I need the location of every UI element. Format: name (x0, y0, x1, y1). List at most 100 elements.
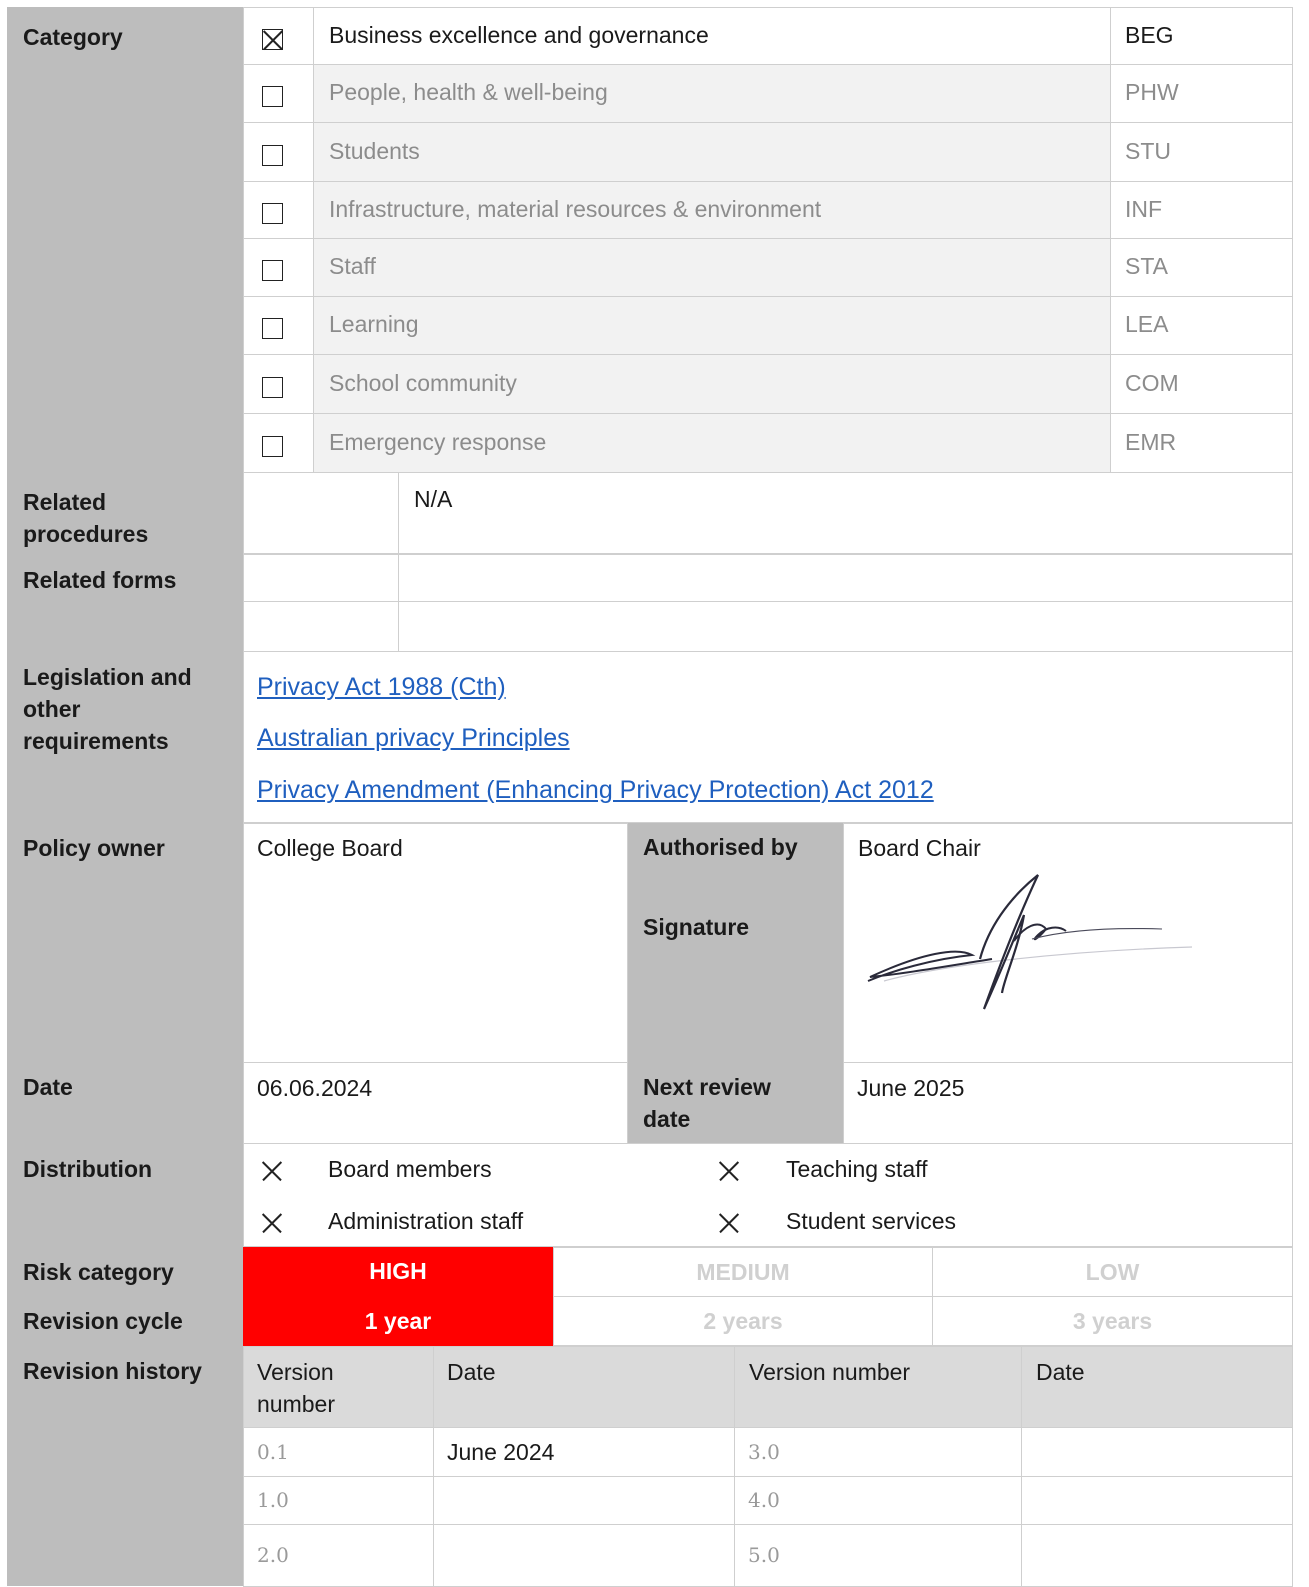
label-revision-history: Revision history (7, 1346, 243, 1586)
category-code-cell-beg: BEG (1110, 7, 1293, 65)
history-date-value: June 2024 (447, 1439, 555, 1465)
history-header-date-1-text: Date (447, 1359, 496, 1385)
category-checkbox-cell-stu (243, 122, 314, 182)
category-name-cell-com: School community (313, 354, 1111, 414)
category-code-phw: PHW (1125, 79, 1179, 105)
category-checkbox-cell-beg (243, 7, 314, 65)
history-cell-r2-c0: 2.0 (243, 1524, 434, 1587)
next-review-value: June 2025 (857, 1075, 965, 1101)
authorised-label-cell: Authorised by Signature (628, 823, 843, 1063)
distribution-cell: Board members Teaching staff Administrat… (243, 1143, 1293, 1247)
related-procedures-value: N/A (414, 486, 453, 512)
policy-owner-cell: College Board (243, 823, 628, 1063)
history-version-value: 5.0 (748, 1543, 780, 1567)
history-cell-r1-c0: 1.0 (243, 1476, 434, 1525)
label-related-procedures: Related procedures (7, 472, 243, 554)
category-code-sta: STA (1125, 253, 1169, 279)
label-related-forms: Related forms (7, 554, 243, 652)
history-header-version-2-text: Version number (749, 1359, 911, 1385)
category-code-cell-com: COM (1110, 354, 1293, 414)
category-name-cell-beg: Business excellence and governance (313, 7, 1111, 65)
related-forms-cell-2b (398, 601, 1293, 652)
category-name-sta: Staff (329, 253, 376, 279)
category-checkbox-phw[interactable] (262, 86, 283, 107)
history-cell-r2-c3 (1021, 1524, 1293, 1587)
related-forms-cell-1b (398, 554, 1293, 602)
history-cell-r1-c2: 4.0 (734, 1476, 1022, 1525)
date-cell: 06.06.2024 (243, 1062, 628, 1144)
distribution-board-label: Board members (328, 1156, 492, 1182)
category-code-cell-stu: STU (1110, 122, 1293, 182)
legislation-link-app[interactable]: Australian privacy Principles (257, 722, 570, 754)
legislation-link-amendment[interactable]: Privacy Amendment (Enhancing Privacy Pro… (257, 774, 934, 806)
category-checkbox-stu[interactable] (262, 145, 283, 166)
category-checkbox-com[interactable] (262, 377, 283, 398)
category-code-lea: LEA (1125, 311, 1169, 337)
category-code-cell-emr: EMR (1110, 413, 1293, 473)
category-checkbox-cell-com (243, 354, 314, 414)
authorised-by-value: Board Chair (858, 835, 981, 861)
related-forms-cell-2a (243, 601, 399, 652)
history-cell-r0-c1: June 2024 (433, 1427, 735, 1477)
authorised-by-label: Authorised by (643, 834, 798, 860)
label-revision-cycle: Revision cycle (7, 1297, 243, 1346)
risk-option-high[interactable]: HIGH (243, 1247, 553, 1297)
history-version-value: 4.0 (748, 1488, 780, 1512)
cycle-option-3-years[interactable]: 3 years (932, 1296, 1293, 1346)
category-name-cell-phw: People, health & well-being (313, 64, 1111, 123)
category-name-cell-stu: Students (313, 122, 1111, 182)
risk-option-medium[interactable]: MEDIUM (553, 1247, 933, 1297)
category-name-stu: Students (329, 138, 420, 164)
category-code-inf: INF (1125, 196, 1163, 222)
history-header-date-2-text: Date (1036, 1359, 1085, 1385)
history-header-version-2: Version number (734, 1346, 1022, 1428)
category-name-beg: Business excellence and governance (329, 22, 709, 48)
category-name-inf: Infrastructure, material resources & env… (329, 196, 822, 222)
category-name-cell-lea: Learning (313, 296, 1111, 355)
distribution-checkbox-student-services[interactable] (718, 1212, 739, 1233)
distribution-admin-label: Administration staff (328, 1208, 524, 1234)
category-code-stu: STU (1125, 138, 1171, 164)
category-checkbox-cell-lea (243, 296, 314, 355)
category-name-phw: People, health & well-being (329, 79, 608, 105)
category-code-beg: BEG (1125, 22, 1174, 48)
history-cell-r0-c2: 3.0 (734, 1427, 1022, 1477)
label-policy-owner: Policy owner (7, 823, 243, 1062)
category-checkbox-cell-inf (243, 181, 314, 239)
category-checkbox-beg[interactable] (262, 29, 283, 50)
history-cell-r1-c1 (433, 1476, 735, 1525)
history-version-value: 1.0 (257, 1488, 289, 1512)
cycle-option-2-years[interactable]: 2 years (553, 1296, 933, 1346)
history-version-value: 3.0 (748, 1440, 780, 1464)
history-header-version-1-text: Version number (257, 1359, 335, 1417)
distribution-checkbox-board[interactable] (261, 1160, 282, 1181)
date-value: 06.06.2024 (257, 1075, 373, 1101)
authorised-value-cell: Board Chair (843, 823, 1293, 1063)
related-procedures-cell-left (243, 472, 399, 554)
next-review-cell: June 2025 (843, 1062, 1293, 1144)
category-name-cell-sta: Staff (313, 238, 1111, 297)
related-procedures-cell: N/A (398, 472, 1293, 554)
legislation-cell: Privacy Act 1988 (Cth) Australian privac… (243, 651, 1293, 823)
category-name-cell-emr: Emergency response (313, 413, 1111, 473)
category-checkbox-sta[interactable] (262, 260, 283, 281)
next-review-label: Next review date (643, 1074, 771, 1132)
category-checkbox-cell-emr (243, 413, 314, 473)
category-checkbox-inf[interactable] (262, 203, 283, 224)
legislation-link-privacy-act[interactable]: Privacy Act 1988 (Cth) (257, 671, 506, 703)
cycle-option-1-year[interactable]: 1 year (243, 1297, 553, 1346)
label-category: Category (7, 7, 243, 472)
distribution-checkbox-teaching[interactable] (718, 1160, 739, 1181)
risk-option-low[interactable]: LOW (932, 1247, 1293, 1297)
signature-image (867, 874, 1193, 1010)
signature-label: Signature (643, 914, 750, 940)
category-code-cell-phw: PHW (1110, 64, 1293, 123)
label-legislation: Legislation and other requirements (7, 652, 243, 823)
category-checkbox-lea[interactable] (262, 318, 283, 339)
category-name-lea: Learning (329, 311, 419, 337)
history-header-version-1: Version number (243, 1346, 434, 1428)
category-checkbox-emr[interactable] (262, 436, 283, 457)
category-code-cell-sta: STA (1110, 238, 1293, 297)
distribution-checkbox-admin[interactable] (261, 1212, 282, 1233)
history-version-value: 0.1 (257, 1440, 289, 1464)
